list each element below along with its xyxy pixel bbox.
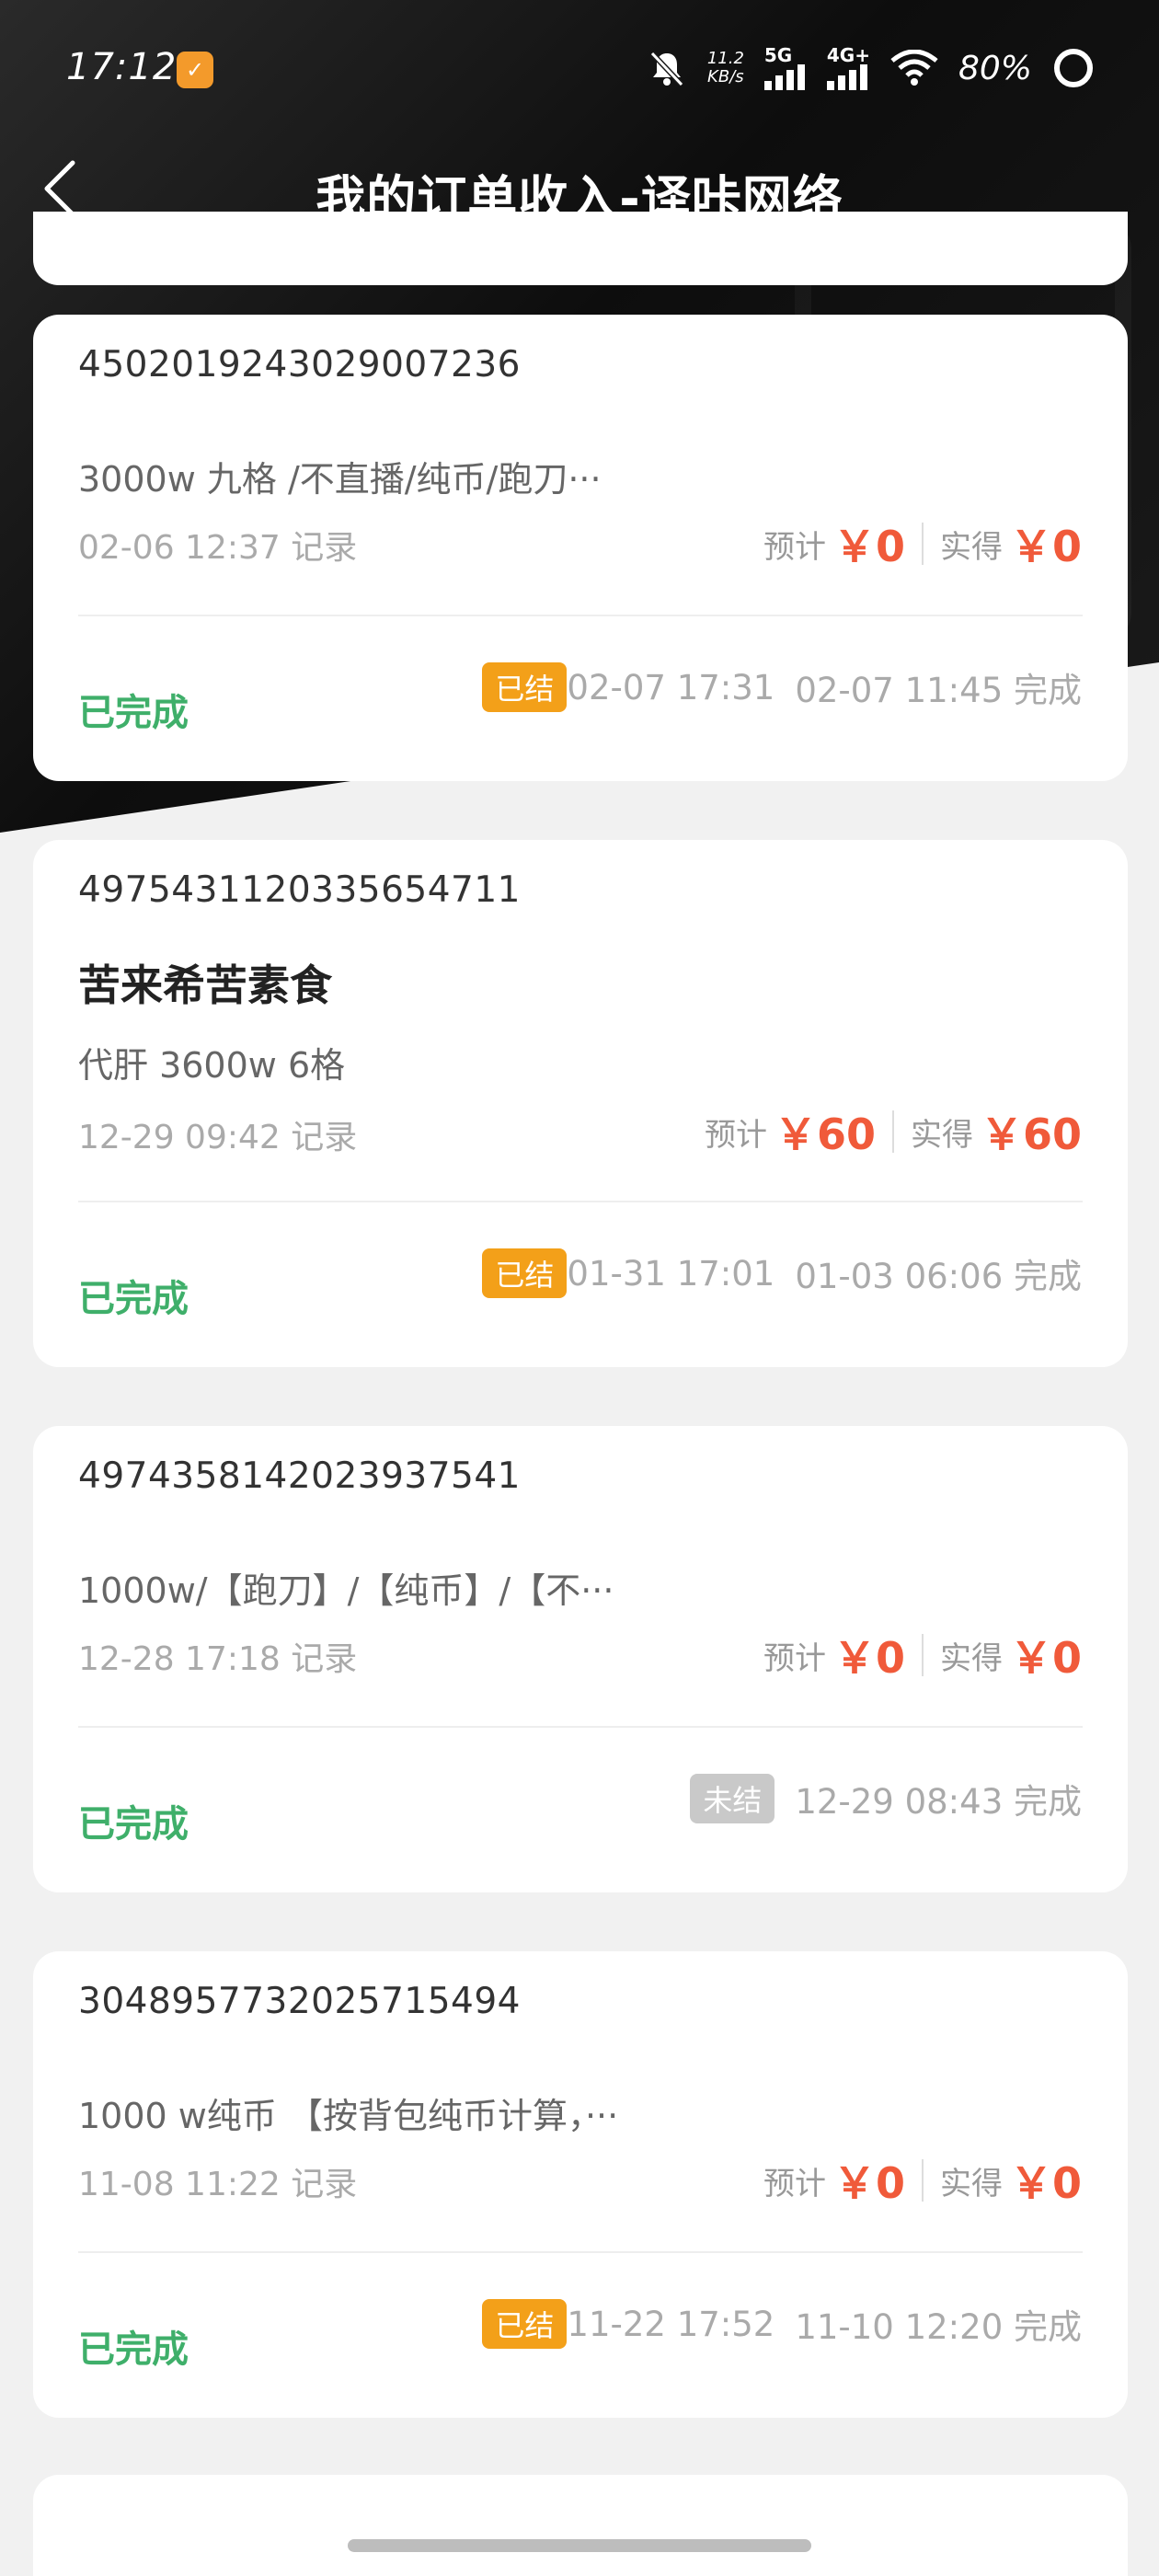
- complete-time: 02-07 11:45 完成: [795, 671, 1082, 710]
- estimated-value: ￥0: [832, 1633, 905, 1683]
- settled-badge: 已结: [482, 662, 568, 712]
- estimated-label: 预计: [704, 1116, 767, 1154]
- home-indicator[interactable]: [348, 2539, 811, 2552]
- nav-bar: 我的订单收入-译咔网络: [0, 138, 1159, 239]
- settlement-info: 已结 02-07 17:31 02-07 11:45 完成: [482, 662, 1082, 712]
- amount-divider: [891, 1110, 894, 1153]
- complete-time: 12-29 08:43 完成: [795, 1782, 1082, 1822]
- record-time: 12-29 09:42 记录: [78, 1119, 358, 1156]
- item-description: 3000w 九格 /不直播/纯币/跑刀···: [78, 459, 602, 500]
- settled-badge: 已结: [482, 1248, 568, 1298]
- estimated-value: ￥0: [832, 522, 905, 571]
- order-number: 4974358142023937541: [78, 1455, 521, 1497]
- settlement-info: 已结 11-22 17:52 11-10 12:20 完成: [482, 2299, 1082, 2349]
- status-bar: 17:12 ✓ 11.2 KB/s 5G 4G+ 80%: [0, 0, 1159, 138]
- record-time: 12-28 17:18 记录: [78, 1640, 358, 1678]
- actual-label: 实得: [939, 2165, 1003, 2202]
- settle-time: 11-22 17:52: [567, 2304, 775, 2344]
- card-divider: [78, 1201, 1083, 1202]
- actual-value: ￥0: [1009, 522, 1082, 571]
- signal-bars-icon: [763, 64, 805, 90]
- settle-time: 02-07 17:31: [567, 667, 775, 707]
- complete-time: 11-10 12:20 完成: [795, 2307, 1082, 2347]
- actual-value: ￥0: [1009, 2158, 1082, 2208]
- order-number: 4975431120335654711: [78, 869, 521, 911]
- unsettled-badge: 未结: [690, 1774, 775, 1823]
- order-status: 已完成: [78, 692, 189, 734]
- order-status: 已完成: [78, 2329, 189, 2371]
- signal-4g: 4G+: [826, 46, 870, 90]
- amounts: 预计 ￥0 实得 ￥0: [763, 1625, 1082, 1685]
- actual-label: 实得: [939, 528, 1003, 566]
- order-number: 4502019243029007236: [78, 344, 521, 385]
- settled-badge: 已结: [482, 2299, 568, 2349]
- settlement-info: 未结 12-29 08:43 完成: [690, 1774, 1082, 1823]
- order-card[interactable]: 4975431120335654711 苦来希苦素食 代肝 3600w 6格 1…: [33, 840, 1128, 1367]
- order-status: 已完成: [78, 1278, 189, 1320]
- settle-time: 01-31 17:01: [567, 1253, 775, 1294]
- amount-divider: [921, 523, 924, 565]
- amounts: 预计 ￥0 实得 ￥0: [763, 2150, 1082, 2211]
- settlement-info: 已结 01-31 17:01 01-03 06:06 完成: [482, 1248, 1082, 1298]
- signal-bars-icon: [826, 64, 867, 90]
- status-icons: 11.2 KB/s 5G 4G+ 80%: [647, 40, 1095, 96]
- actual-value: ￥60: [980, 1110, 1082, 1159]
- signal-5g: 5G: [763, 46, 807, 90]
- item-description: 代肝 3600w 6格: [78, 1045, 346, 1086]
- order-card[interactable]: 3048957732025715494 1000 w纯币 【按背包纯币计算，··…: [33, 1951, 1128, 2418]
- card-divider: [78, 1726, 1083, 1728]
- order-card[interactable]: 4502019243029007236 3000w 九格 /不直播/纯币/跑刀·…: [33, 315, 1128, 781]
- estimated-label: 预计: [763, 1639, 826, 1677]
- wifi-icon: [890, 50, 938, 86]
- estimated-label: 预计: [763, 2165, 826, 2202]
- estimated-value: ￥60: [774, 1110, 876, 1159]
- item-description: 1000w/【跑刀】/【纯币】/【不···: [78, 1570, 614, 1611]
- order-card-partial[interactable]: [33, 2475, 1128, 2576]
- actual-value: ￥0: [1009, 1633, 1082, 1683]
- app-notification-icon: ✓: [177, 52, 213, 88]
- shop-name: 苦来希苦素食: [78, 960, 332, 1010]
- record-time: 11-08 11:22 记录: [78, 2166, 358, 2203]
- order-status: 已完成: [78, 1803, 189, 1846]
- status-time: 17:12: [66, 46, 178, 88]
- order-income-page: 17:12 ✓ 11.2 KB/s 5G 4G+ 80% 我的订单收入-译咔网络…: [0, 0, 1159, 2576]
- battery-level: 80%: [958, 49, 1032, 87]
- card-divider: [78, 615, 1083, 616]
- card-divider: [78, 2251, 1083, 2253]
- page-title: 我的订单收入-译咔网络: [316, 170, 843, 228]
- complete-time: 01-03 06:06 完成: [795, 1257, 1082, 1296]
- amount-divider: [921, 2159, 924, 2202]
- actual-label: 实得: [910, 1116, 973, 1154]
- actual-label: 实得: [939, 1639, 1003, 1677]
- amount-divider: [921, 1634, 924, 1676]
- net-speed: 11.2 KB/s: [706, 49, 744, 86]
- record-time: 02-06 12:37 记录: [78, 529, 358, 567]
- item-description: 1000 w纯币 【按背包纯币计算，···: [78, 2096, 619, 2136]
- amounts: 预计 ￥0 实得 ￥0: [763, 513, 1082, 574]
- order-number: 3048957732025715494: [78, 1981, 521, 2022]
- order-card[interactable]: 4974358142023937541 1000w/【跑刀】/【纯币】/【不··…: [33, 1426, 1128, 1892]
- mute-bell-icon: [649, 51, 683, 87]
- battery-ring-icon: [1054, 49, 1093, 87]
- amounts: 预计 ￥60 实得 ￥60: [705, 1101, 1082, 1162]
- estimated-value: ￥0: [832, 2158, 905, 2208]
- estimated-label: 预计: [763, 528, 826, 566]
